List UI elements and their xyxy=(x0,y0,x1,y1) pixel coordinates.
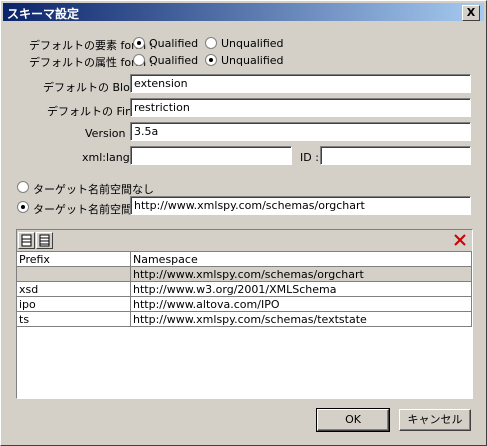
namespace-cell[interactable]: http://www.xmlspy.com/schemas/orgchart xyxy=(130,266,472,282)
id-label: ID : xyxy=(300,151,319,164)
prefix-cell[interactable] xyxy=(17,266,131,282)
prefix-cell[interactable]: ts xyxy=(17,311,131,327)
namespace-grid: Prefix Namespace http://www.xmlspy.com/s… xyxy=(16,229,473,399)
namespace-table: Prefix Namespace http://www.xmlspy.com/s… xyxy=(17,252,472,327)
table-header-row: Prefix Namespace xyxy=(17,252,472,267)
delete-x-icon xyxy=(454,234,466,246)
dialog-window: スキーマ設定 X デフォルトの要素 form : Qualified Unqua… xyxy=(0,0,487,446)
close-button[interactable]: X xyxy=(462,5,480,21)
insert-row-button[interactable] xyxy=(18,232,35,249)
attribute-form-unqualified-radio[interactable] xyxy=(205,54,217,66)
version-input[interactable]: 3.5a xyxy=(130,122,471,141)
block-input[interactable]: extension xyxy=(130,74,471,93)
namespace-cell[interactable]: http://www.xmlspy.com/schemas/textstate xyxy=(130,311,472,327)
insert-row-icon xyxy=(21,234,32,247)
prefix-cell[interactable]: xsd xyxy=(17,281,131,297)
append-row-icon xyxy=(39,234,50,247)
no-target-namespace-label: ターゲット名前空間なし xyxy=(33,183,154,196)
target-namespace-label: ターゲット名前空間 xyxy=(33,203,132,216)
namespace-cell[interactable]: http://www.altova.com/IPO xyxy=(130,296,472,312)
version-label: Version : xyxy=(85,127,133,140)
attribute-form-unqualified-label: Unqualified xyxy=(221,54,284,67)
element-form-unqualified-label: Unqualified xyxy=(221,37,284,50)
table-row[interactable]: ipo http://www.altova.com/IPO xyxy=(17,296,472,312)
namespace-column-header: Namespace xyxy=(130,252,472,267)
target-namespace-radio[interactable] xyxy=(17,201,29,213)
grid-toolbar xyxy=(17,230,472,252)
window-title: スキーマ設定 xyxy=(7,7,80,21)
append-row-button[interactable] xyxy=(36,232,53,249)
table-row[interactable]: xsd http://www.w3.org/2001/XMLSchema xyxy=(17,281,472,297)
attribute-form-qualified-label: Qualified xyxy=(149,54,199,67)
no-target-namespace-radio[interactable] xyxy=(17,181,29,193)
element-form-qualified-label: Qualified xyxy=(149,37,199,50)
title-bar: スキーマ設定 X xyxy=(3,3,484,21)
ok-button[interactable]: OK xyxy=(316,408,390,432)
delete-row-button[interactable] xyxy=(452,232,468,248)
table-row[interactable]: ts http://www.xmlspy.com/schemas/textsta… xyxy=(17,311,472,327)
xml-lang-input[interactable] xyxy=(130,146,292,165)
prefix-cell[interactable]: ipo xyxy=(17,296,131,312)
id-input[interactable] xyxy=(320,146,471,165)
namespace-cell[interactable]: http://www.w3.org/2001/XMLSchema xyxy=(130,281,472,297)
table-row[interactable]: http://www.xmlspy.com/schemas/orgchart xyxy=(17,266,472,282)
target-namespace-input[interactable]: http://www.xmlspy.com/schemas/orgchart xyxy=(130,196,471,215)
attribute-form-qualified-radio[interactable] xyxy=(133,54,145,66)
element-form-qualified-radio[interactable] xyxy=(133,37,145,49)
final-input[interactable]: restriction xyxy=(130,98,471,117)
element-form-unqualified-radio[interactable] xyxy=(205,37,217,49)
xml-lang-label: xml:lang : xyxy=(82,151,137,164)
prefix-column-header: Prefix xyxy=(17,252,131,267)
cancel-button[interactable]: キャンセル xyxy=(399,409,471,431)
